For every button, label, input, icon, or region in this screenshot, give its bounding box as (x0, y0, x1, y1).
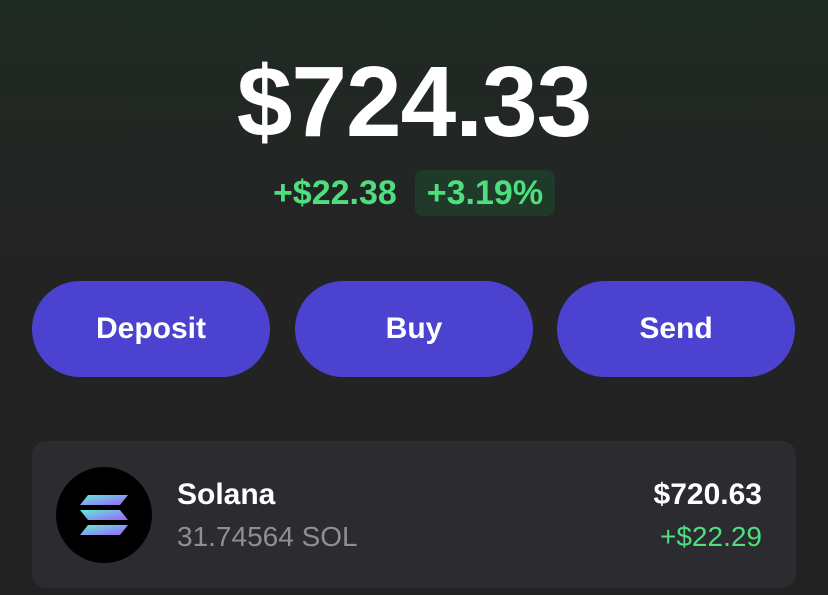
token-value: $720.63 (653, 478, 762, 511)
balance-change-row: +$22.38 +3.19% (0, 170, 828, 216)
token-change: +$22.29 (660, 521, 762, 552)
token-row-solana[interactable]: Solana 31.74564 SOL $720.63 +$22.29 (32, 441, 796, 588)
total-balance: $724.33 (236, 46, 592, 158)
buy-button[interactable]: Buy (295, 281, 533, 377)
solana-logo-icon (56, 467, 152, 563)
send-button[interactable]: Send (557, 281, 795, 377)
deposit-button[interactable]: Deposit (32, 281, 270, 377)
token-amount: 31.74564 SOL (177, 521, 358, 552)
balance-change-percent-badge: +3.19% (414, 170, 556, 216)
balance-change-amount: +$22.38 (272, 174, 397, 212)
action-buttons: Deposit Buy Send (32, 281, 796, 377)
token-name: Solana (177, 478, 276, 511)
